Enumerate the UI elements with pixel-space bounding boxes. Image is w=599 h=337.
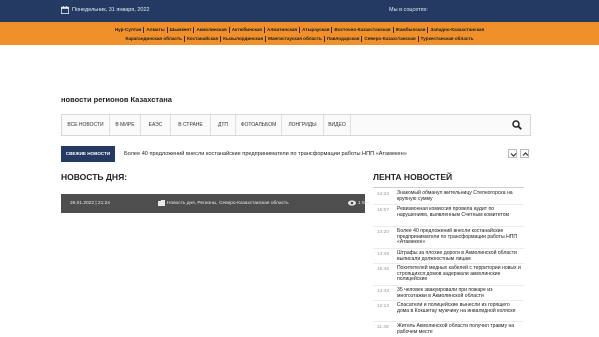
- region-link[interactable]: Шымкент: [168, 27, 195, 33]
- news-of-day-heading: НОВОСТЬ ДНЯ:: [61, 172, 128, 182]
- regions-row-1: Нур-Султан Алматы Шымкент Акмолинская Ак…: [0, 27, 599, 33]
- region-link[interactable]: Карагандинская область: [123, 36, 185, 42]
- region-link[interactable]: Кызылординская: [221, 36, 267, 42]
- regions-row-2: Карагандинская область Костанайская Кызы…: [0, 36, 599, 42]
- news-title[interactable]: 35 человек эвакуировали при пожаре из мн…: [397, 287, 522, 299]
- region-link[interactable]: Мангистауская область: [266, 36, 325, 42]
- news-time: 14:43: [377, 289, 390, 294]
- eye-icon: [348, 200, 356, 206]
- calendar-icon: [61, 6, 69, 14]
- news-time: 11:46: [377, 325, 389, 330]
- site-title[interactable]: новости регионов Казахстана: [61, 95, 172, 104]
- divider: [373, 204, 524, 205]
- news-title[interactable]: Штрафы за плохие дороги в Акмолинской об…: [397, 250, 522, 262]
- top-bar: Понедельник, 31 января, 2022 Мы в соцсет…: [0, 0, 599, 22]
- region-link[interactable]: Жамбылская: [394, 27, 429, 33]
- news-title[interactable]: Похитителей медных кабелей с территории …: [397, 265, 522, 283]
- region-link[interactable]: Нур-Султан: [113, 27, 145, 33]
- news-title[interactable]: Ревизионная комиссия провела аудит по на…: [397, 206, 522, 218]
- divider: [373, 263, 524, 264]
- nav-item-country[interactable]: В СТРАНЕ: [171, 115, 211, 135]
- news-of-day-card[interactable]: 26.01.2022 | 21:24 Новость дня, Регионы,…: [61, 194, 370, 213]
- news-time: 12:13: [377, 304, 390, 309]
- views-count: 1 896: [358, 200, 371, 206]
- ticker-headline[interactable]: Более 40 предложений внесли костанайские…: [124, 151, 407, 157]
- breaking-news-ticker: СВЕЖИЕ НОВОСТИ Более 40 предложений внес…: [61, 146, 531, 162]
- nav-item-eaeu[interactable]: ЕАЭС: [141, 115, 171, 135]
- news-feed-heading: ЛЕНТА НОВОСТЕЙ: [373, 172, 453, 182]
- news-time: 15:45: [377, 267, 390, 272]
- region-link[interactable]: Костанайская: [185, 36, 222, 42]
- nav-item-longreads[interactable]: ЛОНГРИДЫ: [282, 115, 324, 135]
- region-link[interactable]: Западно-Казахстанская: [428, 27, 486, 33]
- current-date: Понедельник, 31 января, 2022: [72, 7, 150, 13]
- nav-item-video[interactable]: ВИДЕО: [324, 115, 351, 135]
- region-link[interactable]: Алматы: [144, 27, 168, 33]
- main-nav: ВСЕ НОВОСТИ В МИРЕ ЕАЭС В СТРАНЕ ДТП ФОТ…: [61, 114, 531, 136]
- chevron-up-icon: [522, 152, 529, 156]
- news-time: 14:23: [377, 192, 390, 197]
- region-link[interactable]: Восточно-Казахстанская: [332, 27, 394, 33]
- nav-item-accidents[interactable]: ДТП: [211, 115, 236, 135]
- region-link[interactable]: Алматинская: [265, 27, 301, 33]
- region-link[interactable]: Павлодарская: [325, 36, 363, 42]
- region-link[interactable]: Акмолинская: [194, 27, 230, 33]
- news-date-time: 26.01.2022 | 21:24: [70, 200, 110, 206]
- divider: [373, 285, 524, 286]
- divider: [373, 300, 524, 301]
- region-link[interactable]: Северо-Казахстанская: [362, 36, 419, 42]
- folder-icon: [158, 200, 165, 206]
- social-label: Мы в соцсетях:: [389, 7, 428, 13]
- search-icon[interactable]: [512, 120, 522, 130]
- divider: [373, 226, 524, 227]
- regions-bar: Нур-Султан Алматы Шымкент Акмолинская Ак…: [0, 22, 599, 45]
- chevron-down-icon: [510, 153, 517, 157]
- divider: [373, 321, 524, 322]
- region-link[interactable]: Атырауская: [300, 27, 333, 33]
- nav-item-world[interactable]: В МИРЕ: [110, 115, 141, 135]
- nav-item-all-news[interactable]: ВСЕ НОВОСТИ: [62, 115, 110, 135]
- region-link[interactable]: Туркестанская область: [419, 36, 476, 42]
- ticker-next-button[interactable]: [520, 149, 529, 158]
- divider: [373, 248, 524, 249]
- news-title[interactable]: Более 40 предложений внесли костанайские…: [397, 228, 522, 246]
- news-title[interactable]: Житель Акмолинской области получил травм…: [397, 323, 522, 335]
- nav-item-photo-album[interactable]: ФОТОАЛЬБОМ: [236, 115, 282, 135]
- news-time: 14:20: [377, 230, 390, 235]
- news-time: 15:07: [377, 208, 390, 213]
- news-title[interactable]: Знакомый обманул жительницу Степногорска…: [397, 190, 522, 202]
- divider: [373, 187, 524, 188]
- news-title[interactable]: Спасатели и полицейские вынесли из горящ…: [397, 302, 522, 314]
- news-categories[interactable]: Новость дня, Регионы, Северо-Казахстанск…: [167, 201, 289, 206]
- news-time: 13:49: [377, 252, 390, 257]
- ticker-label: СВЕЖИЕ НОВОСТИ: [61, 146, 115, 162]
- region-link[interactable]: Актюбинская: [230, 27, 265, 33]
- ticker-prev-button[interactable]: [508, 149, 517, 158]
